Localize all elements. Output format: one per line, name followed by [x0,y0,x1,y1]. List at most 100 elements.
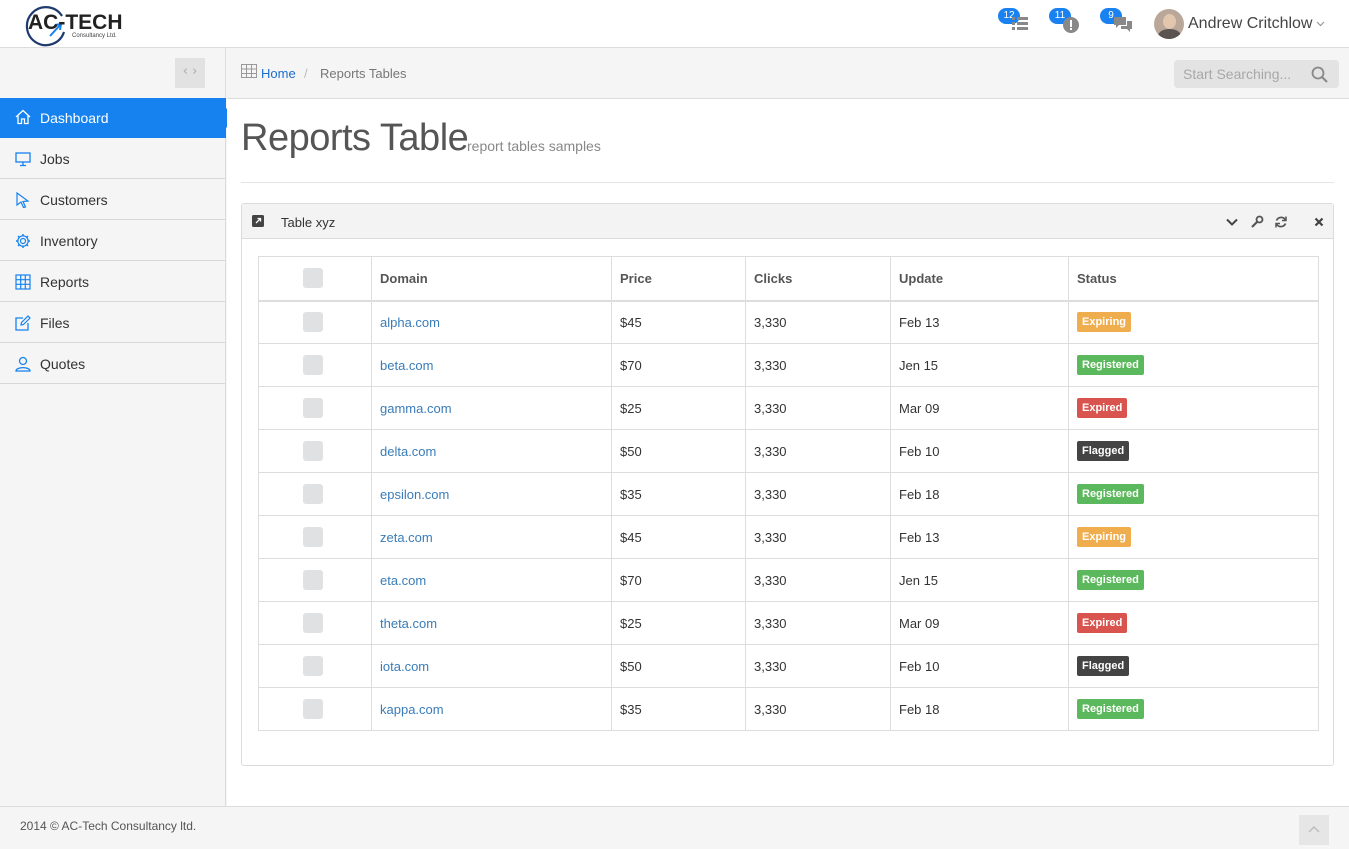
sidebar-item-reports[interactable]: Reports [0,261,226,302]
sidebar-item-dashboard[interactable]: Dashboard [0,98,236,138]
row-checkbox[interactable] [303,699,323,719]
domain-link[interactable]: eta.com [371,558,612,602]
price-cell: $45 [611,515,746,559]
row-select-cell [258,343,372,387]
row-checkbox[interactable] [303,656,323,676]
cursor-icon [16,192,30,208]
row-checkbox[interactable] [303,355,323,375]
page-subtitle: report tables samples [467,138,601,154]
domain-link[interactable]: zeta.com [371,515,612,559]
footer-copyright: 2014 © AC-Tech Consultancy ltd. [20,819,197,833]
update-cell: Feb 13 [890,300,1069,344]
price-cell: $50 [611,644,746,688]
status-badge: Expired [1077,397,1128,419]
collapse-chevron-icon[interactable] [1225,215,1239,229]
column-header-domain[interactable]: Domain [371,256,612,302]
wrench-icon[interactable] [1250,215,1264,229]
update-cell: Jen 15 [890,343,1069,387]
footer: 2014 © AC-Tech Consultancy ltd. [0,806,1349,849]
row-select-cell [258,687,372,731]
domain-link[interactable]: beta.com [371,343,612,387]
column-header-clicks[interactable]: Clicks [745,256,891,302]
domain-link[interactable]: epsilon.com [371,472,612,516]
row-checkbox[interactable] [303,570,323,590]
table-row: eta.com $70 3,330 Jen 15 Registered [258,558,1319,602]
price-cell: $70 [611,343,746,387]
sidebar-item-quotes[interactable]: Quotes [0,343,226,384]
update-cell: Mar 09 [890,601,1069,645]
gear-icon [16,234,30,248]
refresh-icon[interactable] [1274,215,1288,229]
breadcrumb-bar: Home / Reports Tables [227,48,1349,99]
tasks-button[interactable]: 12 [998,8,1032,38]
status-cell: Registered [1068,558,1319,602]
clicks-cell: 3,330 [745,300,891,344]
column-header-update[interactable]: Update [890,256,1069,302]
select-all-cell [258,256,372,302]
price-cell: $70 [611,558,746,602]
grid-icon [15,274,31,290]
domain-link[interactable]: iota.com [371,644,612,688]
select-all-checkbox[interactable] [303,268,323,289]
sidebar-toggle-button[interactable]: ‹ › [175,58,205,88]
status-badge: Flagged [1077,440,1130,462]
row-checkbox[interactable] [303,312,323,333]
close-icon[interactable] [1312,215,1326,229]
row-checkbox[interactable] [303,398,323,418]
status-badge: Registered [1077,354,1144,376]
table-row: beta.com $70 3,330 Jen 15 Registered [258,343,1319,387]
table-panel: Table xyz Domain Price Clicks Update Sta… [241,203,1334,766]
alerts-button[interactable]: 11 [1049,8,1083,38]
status-badge: Expiring [1077,312,1132,333]
sidebar-item-jobs[interactable]: Jobs [0,138,226,179]
sidebar-item-label: Files [40,315,70,331]
brand-logo[interactable]: AC-TECH Consultancy Ltd. [24,2,134,47]
clicks-cell: 3,330 [745,429,891,473]
main-content: Reports Table report tables samples Tabl… [227,99,1349,806]
scroll-to-top-button[interactable] [1299,815,1329,845]
status-cell: Expiring [1068,515,1319,559]
sidebar-item-inventory[interactable]: Inventory [0,220,226,261]
status-badge: Registered [1077,483,1144,505]
monitor-icon [15,152,31,167]
search-input[interactable] [1174,60,1309,88]
status-badge: Expired [1077,612,1128,634]
sidebar-item-files[interactable]: Files [0,302,226,343]
search-box [1174,60,1339,88]
table-row: iota.com $50 3,330 Feb 10 Flagged [258,644,1319,688]
sidebar-item-label: Quotes [40,356,86,372]
row-checkbox[interactable] [303,484,323,504]
column-header-status[interactable]: Status [1068,256,1319,302]
top-bar: AC-TECH Consultancy Ltd. 12 11 9 Andrew … [0,0,1349,48]
row-select-cell [258,601,372,645]
clicks-cell: 3,330 [745,515,891,559]
search-icon[interactable] [1311,66,1328,83]
sidebar-item-customers[interactable]: Customers [0,179,226,220]
row-select-cell [258,558,372,602]
panel-title: Table xyz [281,215,336,230]
row-select-cell [258,644,372,688]
messages-button[interactable]: 9 [1100,8,1134,38]
reports-table: Domain Price Clicks Update Status alpha.… [258,256,1319,731]
table-header-row: Domain Price Clicks Update Status [258,256,1319,302]
brand-name: AC-TECH [28,11,123,34]
domain-link[interactable]: theta.com [371,601,612,645]
table-container: Domain Price Clicks Update Status alpha.… [258,256,1319,731]
row-checkbox[interactable] [303,527,323,547]
domain-link[interactable]: kappa.com [371,687,612,731]
table-row: gamma.com $25 3,330 Mar 09 Expired [258,386,1319,430]
domain-link[interactable]: alpha.com [371,300,612,344]
table-row: epsilon.com $35 3,330 Feb 18 Registered [258,472,1319,516]
domain-link[interactable]: delta.com [371,429,612,473]
status-badge: Flagged [1077,655,1130,677]
column-header-price[interactable]: Price [611,256,746,302]
status-cell: Expired [1068,601,1319,645]
domain-link[interactable]: gamma.com [371,386,612,430]
row-checkbox[interactable] [303,613,323,633]
expand-icon[interactable] [252,215,264,227]
row-select-cell [258,300,372,344]
table-row: kappa.com $35 3,330 Feb 18 Registered [258,687,1319,731]
breadcrumb-home-link[interactable]: Home [261,66,296,81]
user-icon [15,356,31,372]
row-checkbox[interactable] [303,441,323,461]
